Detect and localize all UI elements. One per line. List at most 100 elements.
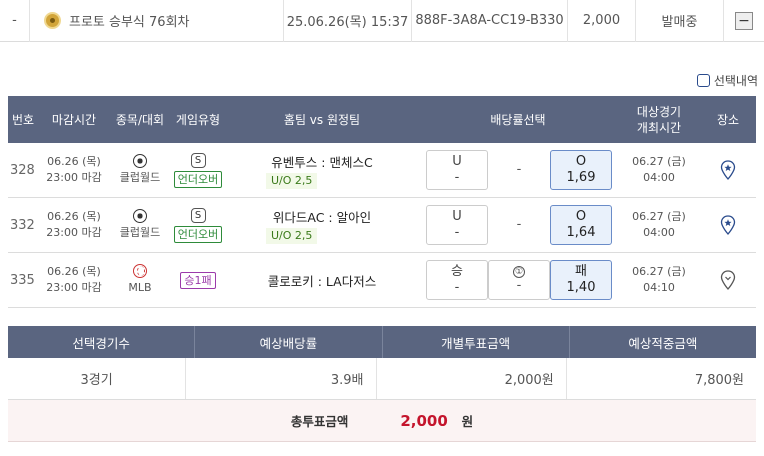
deadline-time: 23:00 마감 xyxy=(46,281,102,294)
summary-stake: 2,000원 xyxy=(377,358,567,399)
odds-middle: - xyxy=(516,217,522,232)
odds-option-value: - xyxy=(454,170,460,185)
event-time: 04:00 xyxy=(643,171,675,184)
header-place: 장소 xyxy=(716,112,740,127)
odds-option-win[interactable]: 승 - xyxy=(426,260,488,300)
odds-option-label: 승 xyxy=(451,264,463,279)
selection-toggle[interactable]: 선택내역 xyxy=(696,72,758,89)
total-row: 총투표금액 2,000 원 xyxy=(8,400,756,442)
event-date: 06.27 (금) xyxy=(632,210,686,223)
row-number: 335 xyxy=(10,272,35,288)
league-name: MLB xyxy=(128,281,152,294)
proto-target-icon xyxy=(44,12,61,29)
odds-option-label: U xyxy=(452,209,462,224)
deadline-date: 06.26 (목) xyxy=(47,210,101,223)
game-type-cell: 승1패 xyxy=(170,253,226,307)
handicap-line: U/O 2,5 xyxy=(266,227,318,244)
header-odds: 배당률선택 xyxy=(490,112,546,127)
deadline-cell: 06.26 (목) 23:00 마감 xyxy=(38,143,110,197)
odds-option-value: 1,69 xyxy=(566,170,596,185)
game-type-cell: S 언더오버 xyxy=(170,143,226,197)
odds-option-one-run[interactable]: ① - xyxy=(488,260,550,300)
odds-middle: - xyxy=(516,162,522,177)
table-row: 328 06.26 (목) 23:00 마감 클럽월드 S 언더오버 유벤투스 … xyxy=(8,143,756,198)
deadline-cell: 06.26 (목) 23:00 마감 xyxy=(38,253,110,307)
odds-option-value: - xyxy=(454,225,460,240)
summary-header: 선택경기수 예상배당률 개별투표금액 예상적중금액 xyxy=(8,326,756,358)
selection-label: 선택내역 xyxy=(713,74,758,88)
table-row: 335 06.26 (목) 23:00 마감 MLB 승1패 콜로로키 : LA… xyxy=(8,253,756,308)
venue-pin-icon[interactable] xyxy=(720,270,736,290)
header-event-time: 대상경기 개최시간 xyxy=(618,96,700,143)
summary-games: 3경기 xyxy=(8,358,187,399)
soccer-ball-icon xyxy=(133,209,147,223)
deadline-time: 23:00 마감 xyxy=(46,226,102,239)
event-time: 04:00 xyxy=(643,226,675,239)
special-badge: S xyxy=(190,152,206,168)
game-type-tag: 언더오버 xyxy=(173,225,223,243)
odds-option-lose-selected[interactable]: 패 1,40 xyxy=(550,260,612,300)
deadline-time: 23:00 마감 xyxy=(46,171,102,184)
event-time-cell: 06.27 (금) 04:00 xyxy=(618,198,700,252)
selection-checkbox[interactable] xyxy=(696,74,710,87)
header-deadline: 마감시간 xyxy=(51,112,97,127)
purchase-datetime: 25.06.26(목) 15:37 xyxy=(284,0,412,42)
deadline-date: 06.26 (목) xyxy=(47,265,101,278)
odds-option-value: - xyxy=(454,280,460,295)
row-dash: - xyxy=(0,0,30,42)
teams-cell: 유벤투스 : 맨체스C U/O 2,5 xyxy=(226,143,418,197)
game-type-cell: S 언더오버 xyxy=(170,198,226,252)
row-number: 332 xyxy=(10,217,35,233)
baseball-icon xyxy=(133,264,147,278)
odds-option-label: O xyxy=(575,154,587,169)
deadline-date: 06.26 (목) xyxy=(47,155,101,168)
total-unit: 원 xyxy=(461,414,474,429)
special-badge: S xyxy=(190,207,206,223)
odds-cell: U - - O 1,64 xyxy=(418,198,618,252)
header-sport: 종목/대회 xyxy=(115,112,165,127)
match-teams: 위다드AC : 알아인 xyxy=(272,209,372,225)
bet-table-header: 번호 마감시간 종목/대회 게임유형 홈팀 vs 원정팀 배당률선택 대상경기 … xyxy=(8,96,756,143)
total-label: 총투표금액 xyxy=(290,414,349,429)
odds-option-label: 패 xyxy=(575,264,587,279)
odds-option-under[interactable]: U - xyxy=(426,150,488,190)
bet-table: 번호 마감시간 종목/대회 게임유형 홈팀 vs 원정팀 배당률선택 대상경기 … xyxy=(8,96,756,308)
venue-star-pin-icon[interactable] xyxy=(720,215,736,235)
summary-header-payout: 예상적중금액 xyxy=(628,335,698,351)
odds-option-value: 1,64 xyxy=(566,225,596,240)
venue-star-pin-icon[interactable] xyxy=(720,160,736,180)
odds-option-label: U xyxy=(452,154,462,169)
odds-option-under[interactable]: U - xyxy=(426,205,488,245)
event-time-cell: 06.27 (금) 04:10 xyxy=(618,253,700,307)
odds-option-over-selected[interactable]: O 1,64 xyxy=(550,205,612,245)
ticket-amount: 2,000 xyxy=(568,0,636,42)
summary-odds: 3.9배 xyxy=(186,358,377,399)
league-name: 클럽월드 xyxy=(119,171,161,184)
teams-cell: 위다드AC : 알아인 U/O 2,5 xyxy=(226,198,418,252)
header-no: 번호 xyxy=(11,112,35,127)
collapse-button[interactable]: − xyxy=(735,11,753,30)
odds-cell: 승 - ① - 패 1,40 xyxy=(418,253,618,307)
league-name: 클럽월드 xyxy=(119,226,161,239)
handicap-line: U/O 2,5 xyxy=(266,172,318,189)
odds-option-over-selected[interactable]: O 1,69 xyxy=(550,150,612,190)
summary-table: 선택경기수 예상배당률 개별투표금액 예상적중금액 3경기 3.9배 2,000… xyxy=(8,326,756,442)
header-type: 게임유형 xyxy=(175,112,221,127)
row-number: 328 xyxy=(10,162,35,178)
sport-cell: 클럽월드 xyxy=(110,198,170,252)
game-title: 프로토 승부식 76회차 xyxy=(69,15,190,30)
deadline-cell: 06.26 (목) 23:00 마감 xyxy=(38,198,110,252)
total-amount: 2,000 xyxy=(400,412,448,430)
place-cell xyxy=(700,198,756,252)
match-teams: 유벤투스 : 맨체스C xyxy=(271,154,373,170)
header-event-time-line1: 대상경기 xyxy=(636,104,682,119)
game-title-cell: 프로토 승부식 76회차 xyxy=(30,0,284,42)
collapse-cell: − xyxy=(724,0,764,42)
event-time-cell: 06.27 (금) 04:00 xyxy=(618,143,700,197)
total-amount-group: 2,000 원 xyxy=(400,411,473,430)
event-date: 06.27 (금) xyxy=(632,155,686,168)
summary-values: 3경기 3.9배 2,000원 7,800원 xyxy=(8,358,756,400)
place-cell xyxy=(700,143,756,197)
odds-option-value: - xyxy=(516,278,522,293)
event-time: 04:10 xyxy=(643,281,675,294)
